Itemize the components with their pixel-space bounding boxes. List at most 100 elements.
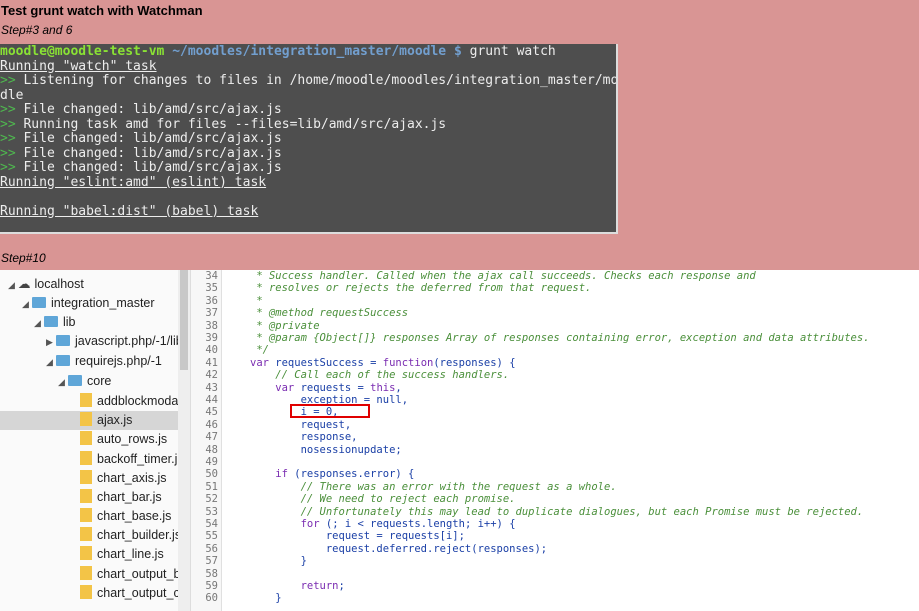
tree-file[interactable]: chart_base.js [0,507,190,526]
line-number: 45 [205,406,218,419]
tree-item-requirejs[interactable]: ◢ requirejs.php/-1 [0,352,190,372]
step-label-3-6: Step#3 and 6 [1,23,73,37]
js-file-icon [80,489,92,503]
code-token: requests = [294,381,371,394]
tree-file-selected[interactable]: ajax.js [0,411,190,430]
prompt-command: grunt watch [461,44,556,59]
arrow-prefix: >> [0,131,16,146]
tree-label: javascript.php/-1/lib [75,334,183,348]
line-number: 58 [205,567,218,580]
terminal-window[interactable]: moodle@moodle-test-vm ~/moodles/integrat… [0,44,618,234]
tree-item-core[interactable]: ◢ core [0,372,190,392]
js-file-icon [80,508,92,522]
expand-arrow-icon[interactable]: ◢ [8,276,18,295]
code-line: var requests = this, [250,381,401,394]
tree-scrollbar[interactable] [178,270,190,611]
code-token: (responses) { [433,356,516,369]
terminal-line: dle [0,87,24,103]
code-line: * @param {Object[]} responses Array of r… [250,332,870,344]
terminal-text: Running task amd for files --files=lib/a… [15,116,447,132]
tree-label: integration_master [51,296,155,310]
code-line: for (; i < requests.length; i++) { [250,518,516,530]
arrow-prefix: >> [0,160,16,175]
line-number: 40 [205,344,218,357]
js-file-icon [80,431,92,445]
tree-file[interactable]: chart_bar.js [0,488,190,507]
js-file-icon [80,412,92,426]
code-token: if [250,468,288,481]
tree-file[interactable]: chart_line.js [0,545,190,564]
tree-file[interactable]: chart_builder.js [0,526,190,545]
js-file-icon [80,393,92,407]
line-number: 41 [205,356,218,369]
code-line: // Unfortunately this may lead to duplic… [250,505,864,518]
code-editor[interactable]: * Success handler. Called when the ajax … [226,270,919,611]
code-line: request, [250,418,352,431]
js-file-icon [80,470,92,484]
terminal-text: File changed: lib/amd/src/ajax.js [15,102,282,117]
terminal-text: Listening for changes to files in /home/… [15,73,618,88]
code-token: (responses.error) { [287,468,415,481]
code-line: request = requests[i]; [250,530,465,543]
code-line: // We need to reject each promise. [250,493,516,506]
expand-arrow-icon[interactable]: ◢ [34,314,44,333]
terminal-line: >> File changed: lib/amd/src/ajax.js [0,102,616,118]
code-token: var [250,381,295,394]
tree-file[interactable]: chart_output_c [0,584,190,603]
tree-item-lib[interactable]: ◢ lib [0,313,190,333]
line-number: 48 [205,443,218,456]
line-number: 59 [205,580,218,592]
line-number: 38 [205,319,218,332]
expand-arrow-icon[interactable]: ◢ [58,373,68,392]
tree-file[interactable]: chart_output_b [0,565,190,584]
terminal-line: >> Running task amd for files --files=li… [0,116,616,133]
js-file-icon [80,527,92,541]
tree-file[interactable]: addblockmoda [0,392,190,411]
page-heading: Test grunt watch with Watchman [1,3,203,18]
js-file-icon [80,546,92,560]
line-number: 52 [205,493,218,506]
terminal-line: Running "watch" task [0,58,157,74]
code-line: // Call each of the success handlers. [250,369,510,382]
tree-file[interactable]: chart_axis.js [0,469,190,488]
tree-label: requirejs.php/-1 [75,354,162,368]
terminal-line: >> File changed: lib/amd/src/ajax.js [0,145,616,162]
tree-item-integration-master[interactable]: ◢ integration_master [0,294,190,314]
tree-item-localhost[interactable]: ◢ ☁ localhost [0,275,186,294]
code-line: * [250,294,263,307]
terminal-line: Running "babel:dist" (babel) task [0,203,259,219]
expand-arrow-icon[interactable]: ◢ [22,295,32,314]
file-tree[interactable]: ◢ ☁ localhost ◢ integration_master ◢ lib ▶ ja… [0,270,191,611]
terminal-text: File changed: lib/amd/src/ajax.js [15,131,282,146]
tree-file[interactable]: backoff_timer.j [0,450,190,469]
tree-file[interactable]: auto_rows.js [0,430,190,449]
code-line: } [250,555,307,568]
tree-label: chart_output_b [97,567,181,581]
code-line: request.deferred.reject(responses); [250,542,548,555]
line-number: 56 [205,542,218,555]
expand-arrow-icon[interactable]: ◢ [46,353,56,372]
folder-icon [32,297,46,308]
line-number: 55 [205,530,218,543]
arrow-prefix: >> [0,73,16,88]
tree-item-javascript[interactable]: ▶ javascript.php/-1/lib [0,332,190,352]
line-number: 35 [205,282,218,295]
terminal-line: >> File changed: lib/amd/src/ajax.js [0,131,616,147]
line-number: 42 [205,369,218,382]
terminal-text: File changed: lib/amd/src/ajax.js [15,160,282,175]
cloud-icon: ☁ [18,277,31,291]
collapse-arrow-icon[interactable]: ▶ [46,333,56,352]
terminal-line: Running "eslint:amd" (eslint) task [0,174,267,190]
tree-label: chart_base.js [97,509,172,523]
code-line: * Success handler. Called when the ajax … [250,270,756,282]
arrow-prefix: >> [0,145,16,161]
line-number: 43 [205,381,218,394]
code-token: var [250,356,269,369]
code-token: for [250,518,320,530]
code-line: * @method requestSuccess [250,307,409,320]
scrollbar-thumb[interactable] [180,270,188,370]
code-line: nosessionupdate; [250,443,402,456]
tree-label: auto_rows.js [97,432,168,446]
terminal-line: >> File changed: lib/amd/src/ajax.js [0,160,616,176]
folder-icon [68,375,82,386]
